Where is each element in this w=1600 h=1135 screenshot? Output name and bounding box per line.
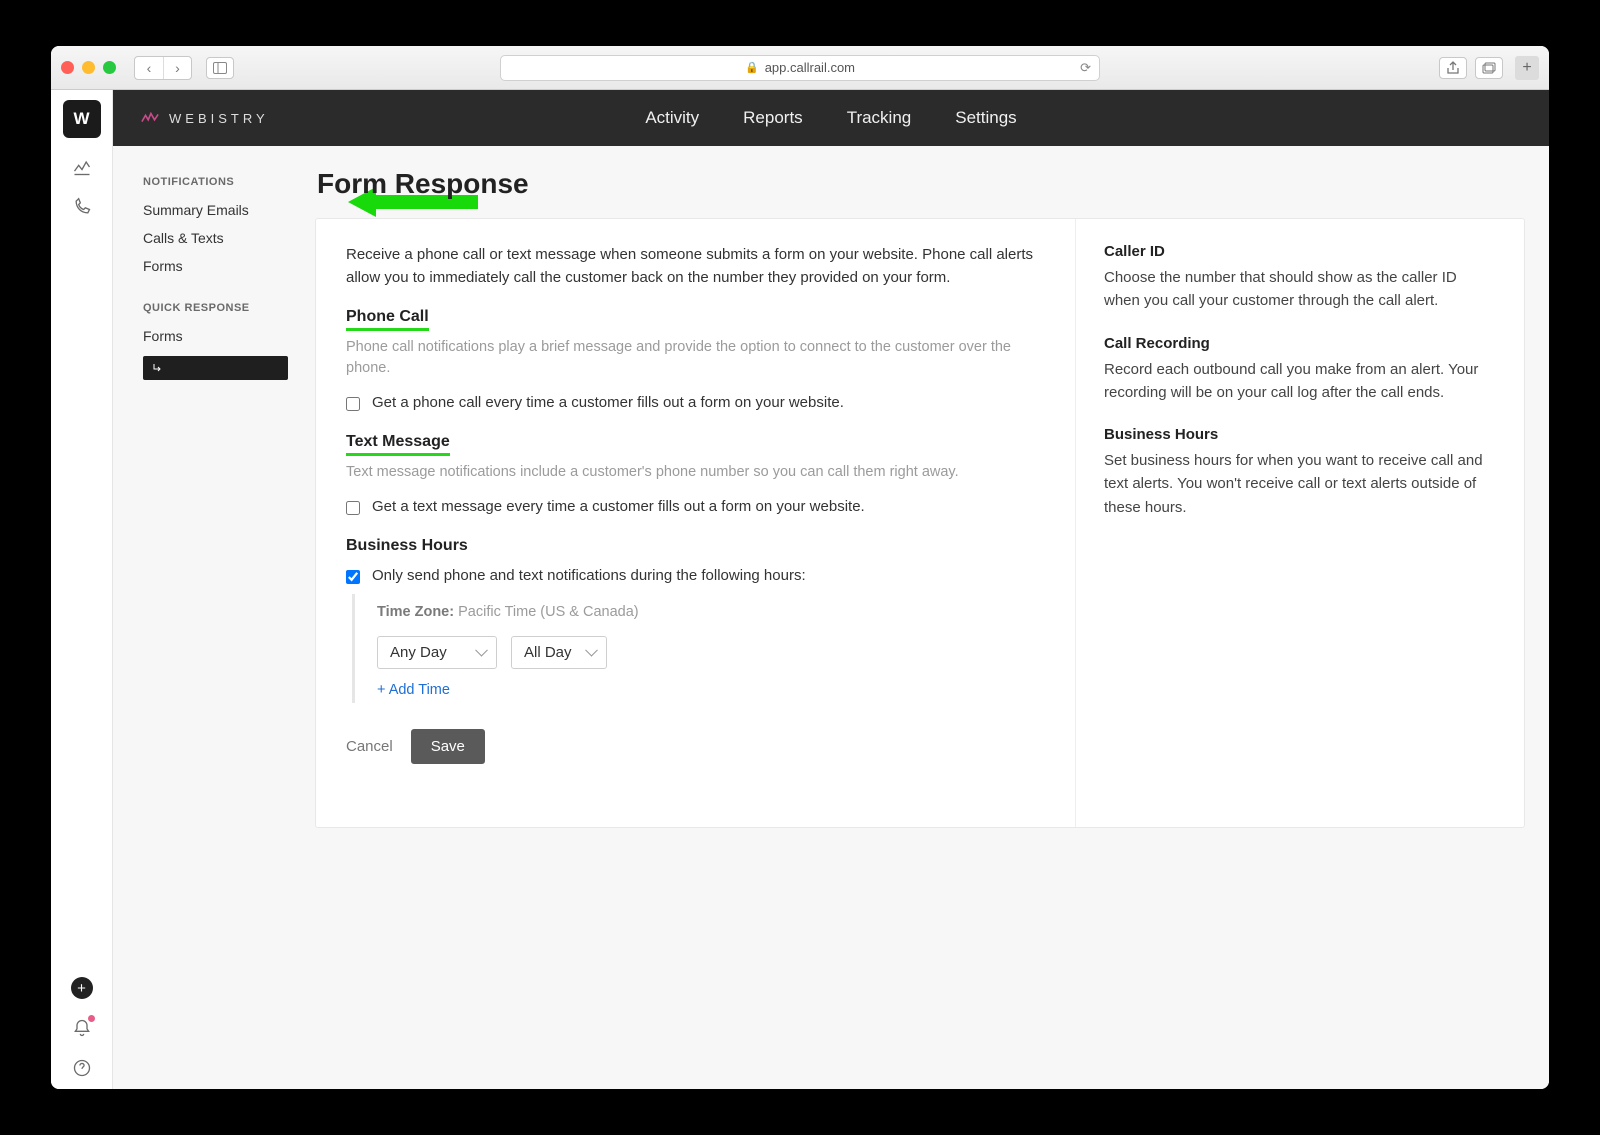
analytics-icon[interactable] xyxy=(71,156,93,178)
phone-call-checkbox[interactable] xyxy=(346,397,360,411)
calls-icon[interactable] xyxy=(71,196,93,218)
nav-tracking[interactable]: Tracking xyxy=(847,108,912,128)
phone-call-checkbox-row[interactable]: Get a phone call every time a customer f… xyxy=(346,394,1045,411)
window-controls xyxy=(61,61,116,74)
aside-hours-heading: Business Hours xyxy=(1104,426,1496,443)
text-message-section: Text Message Text message notifications … xyxy=(346,433,1045,515)
text-message-desc: Text message notifications include a cus… xyxy=(346,462,1045,484)
lock-icon: 🔒 xyxy=(745,61,759,74)
save-button[interactable]: Save xyxy=(411,729,485,764)
reload-icon[interactable]: ⟳ xyxy=(1080,60,1091,76)
brand-name: WEBISTRY xyxy=(141,111,269,126)
minimize-window-button[interactable] xyxy=(82,61,95,74)
sidebar-section-notifications: NOTIFICATIONS xyxy=(143,176,305,188)
sidebar-item-qr-forms[interactable]: Forms xyxy=(143,322,305,350)
cancel-button[interactable]: Cancel xyxy=(346,738,393,755)
forward-button[interactable]: › xyxy=(163,57,191,79)
help-icon[interactable] xyxy=(71,1057,93,1079)
content-area: NOTIFICATIONS Summary Emails Calls & Tex… xyxy=(113,146,1549,1089)
time-select[interactable]: All Day xyxy=(511,636,607,669)
card-main: Receive a phone call or text message whe… xyxy=(316,219,1076,827)
text-message-checkbox-row[interactable]: Get a text message every time a customer… xyxy=(346,498,1045,515)
sidebar-item-active-sub[interactable] xyxy=(143,356,288,380)
nav-settings[interactable]: Settings xyxy=(955,108,1016,128)
url-bar[interactable]: 🔒 app.callrail.com ⟳ xyxy=(500,55,1100,81)
share-button[interactable] xyxy=(1439,57,1467,79)
business-hours-heading: Business Hours xyxy=(346,537,1045,555)
close-window-button[interactable] xyxy=(61,61,74,74)
reply-arrow-icon xyxy=(151,362,163,374)
notifications-icon[interactable] xyxy=(71,1017,93,1039)
add-button[interactable]: + xyxy=(71,977,93,999)
nav-activity[interactable]: Activity xyxy=(645,108,699,128)
app-area: W + WEBISTRY A xyxy=(51,90,1549,1089)
sidebar-item-forms[interactable]: Forms xyxy=(143,252,305,280)
business-hours-checkbox-row[interactable]: Only send phone and text notifications d… xyxy=(346,567,1045,584)
top-nav: Activity Reports Tracking Settings xyxy=(645,108,1016,128)
text-message-checkbox-label: Get a text message every time a customer… xyxy=(372,498,865,515)
main-column: Form Response Receive a phone call or te… xyxy=(315,146,1525,917)
text-message-checkbox[interactable] xyxy=(346,501,360,515)
left-rail: W + xyxy=(51,90,113,1089)
text-message-heading: Text Message xyxy=(346,433,450,456)
sidebar-toggle-button[interactable] xyxy=(206,57,234,79)
url-text: app.callrail.com xyxy=(765,60,855,75)
aside-caller-id-heading: Caller ID xyxy=(1104,243,1496,260)
browser-chrome: ‹ › 🔒 app.callrail.com ⟳ + xyxy=(51,46,1549,90)
tabs-button[interactable] xyxy=(1475,57,1503,79)
maximize-window-button[interactable] xyxy=(103,61,116,74)
phone-call-section: Phone Call Phone call notifications play… xyxy=(346,308,1045,412)
business-hours-section: Business Hours Only send phone and text … xyxy=(346,537,1045,703)
aside-hours-text: Set business hours for when you want to … xyxy=(1104,449,1496,519)
aside-recording-text: Record each outbound call you make from … xyxy=(1104,358,1496,405)
day-select[interactable]: Any Day xyxy=(377,636,497,669)
app-logo[interactable]: W xyxy=(63,100,101,138)
intro-text: Receive a phone call or text message whe… xyxy=(346,243,1045,290)
business-hours-checkbox[interactable] xyxy=(346,570,360,584)
add-time-link[interactable]: + Add Time xyxy=(377,682,450,698)
timezone-value: Pacific Time (US & Canada) xyxy=(458,604,639,620)
sidebar-item-summary-emails[interactable]: Summary Emails xyxy=(143,196,305,224)
app-main: WEBISTRY Activity Reports Tracking Setti… xyxy=(113,90,1549,1089)
card-aside: Caller ID Choose the number that should … xyxy=(1076,219,1524,827)
sidebar-section-quick-response: QUICK RESPONSE xyxy=(143,302,305,314)
phone-call-checkbox-label: Get a phone call every time a customer f… xyxy=(372,394,844,411)
phone-call-desc: Phone call notifications play a brief me… xyxy=(346,337,1045,381)
new-tab-button[interactable]: + xyxy=(1515,56,1539,80)
business-hours-checkbox-label: Only send phone and text notifications d… xyxy=(372,567,806,584)
nav-buttons: ‹ › xyxy=(134,56,192,80)
timezone-label: Time Zone: xyxy=(377,604,454,620)
business-hours-block: Time Zone: Pacific Time (US & Canada) An… xyxy=(352,594,1045,703)
settings-card: Receive a phone call or text message whe… xyxy=(315,218,1525,828)
phone-call-heading: Phone Call xyxy=(346,308,429,331)
page-title: Form Response xyxy=(317,168,1525,200)
top-bar: WEBISTRY Activity Reports Tracking Setti… xyxy=(113,90,1549,146)
back-button[interactable]: ‹ xyxy=(135,57,163,79)
nav-reports[interactable]: Reports xyxy=(743,108,803,128)
settings-sidebar: NOTIFICATIONS Summary Emails Calls & Tex… xyxy=(121,168,315,1069)
form-actions: Cancel Save xyxy=(346,729,1045,764)
sidebar-item-calls-texts[interactable]: Calls & Texts xyxy=(143,224,305,252)
aside-recording-heading: Call Recording xyxy=(1104,335,1496,352)
browser-window: ‹ › 🔒 app.callrail.com ⟳ + W xyxy=(51,46,1549,1089)
aside-caller-id-text: Choose the number that should show as th… xyxy=(1104,266,1496,313)
timezone-row: Time Zone: Pacific Time (US & Canada) xyxy=(377,604,1045,620)
